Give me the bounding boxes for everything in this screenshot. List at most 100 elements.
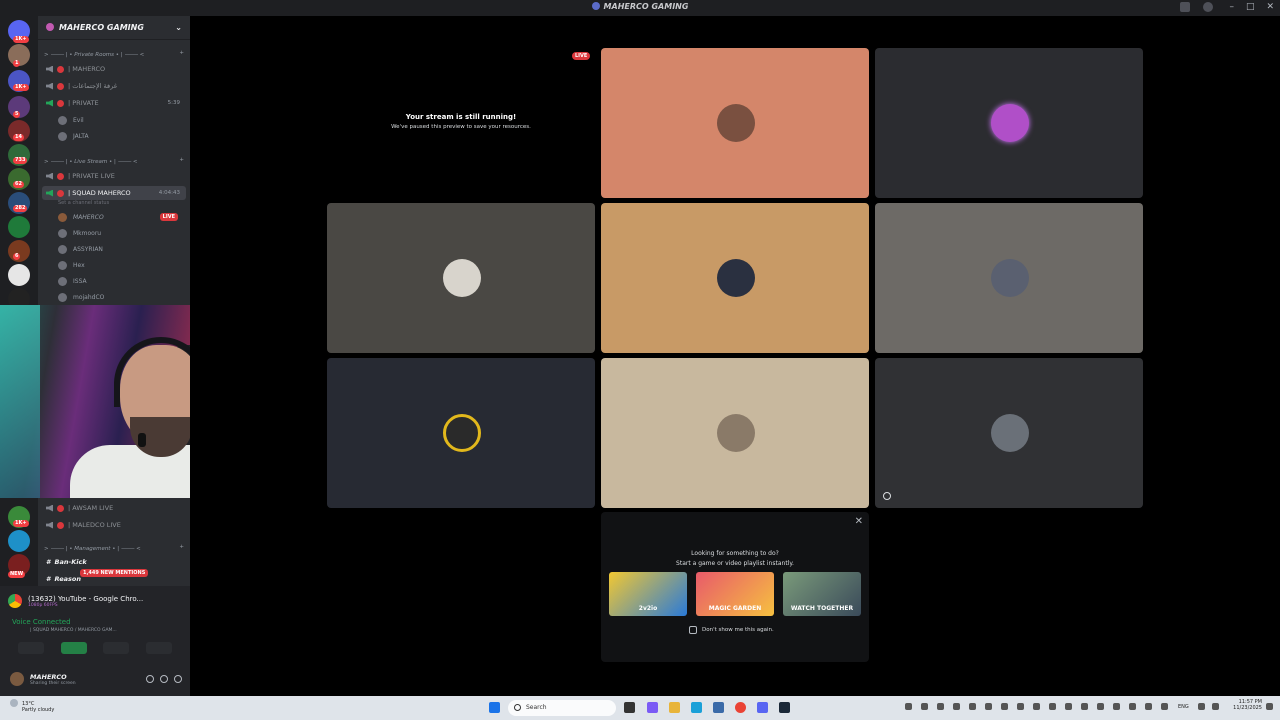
- avatar: [58, 244, 67, 254]
- tray-icon[interactable]: [1033, 703, 1040, 710]
- member-item[interactable]: Mkmooru: [58, 226, 186, 240]
- tray-icon[interactable]: [985, 703, 992, 710]
- participant-tile[interactable]: [875, 203, 1143, 353]
- weather-widget[interactable]: 13°C Partly cloudy: [10, 699, 54, 713]
- tray-icon[interactable]: [1113, 703, 1120, 710]
- tray-icon[interactable]: [1017, 703, 1024, 710]
- tray-icon[interactable]: [1129, 703, 1136, 710]
- game-card[interactable]: WATCH TOGETHER: [783, 572, 861, 616]
- server-icon[interactable]: [8, 530, 30, 552]
- member-item[interactable]: ASSYRIAN: [58, 242, 186, 256]
- maximize-icon[interactable]: □: [1246, 2, 1255, 12]
- member-item[interactable]: mojahdCO: [58, 290, 186, 304]
- category-live-stream[interactable]: > ⸻ | • Live Stream • | ⸻ < +: [44, 157, 184, 165]
- voice-channel[interactable]: | MAHERCO: [42, 62, 186, 76]
- participant-tile[interactable]: [601, 358, 869, 508]
- minimize-icon[interactable]: –: [1229, 2, 1234, 12]
- tray-icon[interactable]: [1097, 703, 1104, 710]
- language-indicator[interactable]: ENG: [1178, 704, 1189, 710]
- voice-channel[interactable]: | MALEDCO LIVE: [42, 518, 186, 532]
- current-user[interactable]: MAHERCO Sharing their screen: [10, 668, 182, 690]
- member-item[interactable]: Evil: [58, 113, 186, 127]
- tray-icon[interactable]: [969, 703, 976, 710]
- new-mentions-pill[interactable]: 1,449 NEW MENTIONS: [80, 569, 149, 577]
- camera-button[interactable]: [18, 642, 45, 654]
- guild-icon: [46, 23, 54, 31]
- clock[interactable]: 11:57 PM 11/23/2025: [1228, 699, 1262, 711]
- help-icon[interactable]: [1203, 2, 1213, 12]
- close-icon[interactable]: ✕: [855, 516, 863, 527]
- inbox-icon[interactable]: [1180, 2, 1190, 12]
- add-channel-icon[interactable]: +: [179, 157, 184, 165]
- member-item[interactable]: ISSA: [58, 274, 186, 288]
- game-card[interactable]: MAGIC GARDEN: [696, 572, 774, 616]
- tray-icon[interactable]: [953, 703, 960, 710]
- voice-channel-path[interactable]: | SQUAD MAHERCO / MAHERCO GAM...: [30, 628, 117, 633]
- channel-status[interactable]: Set a channel status: [58, 200, 109, 206]
- task-view-icon[interactable]: [624, 702, 635, 713]
- game-card[interactable]: 2v2io: [609, 572, 687, 616]
- headphones-icon[interactable]: [160, 675, 168, 683]
- participant-tile[interactable]: [327, 358, 595, 508]
- soundboard-button[interactable]: [145, 642, 172, 654]
- screen-share-button[interactable]: [60, 642, 87, 654]
- checkbox[interactable]: [689, 626, 697, 634]
- tray-icon[interactable]: [1081, 703, 1088, 710]
- member-item[interactable]: JALTA: [58, 129, 186, 143]
- category-management[interactable]: > ⸻ | • Management • | ⸻ < +: [44, 544, 184, 552]
- activities-button[interactable]: [103, 642, 130, 654]
- discord-icon[interactable]: [757, 702, 768, 713]
- close-window-icon[interactable]: ✕: [1266, 2, 1274, 12]
- volume-icon[interactable]: [1212, 703, 1219, 710]
- badge: 282: [13, 205, 28, 212]
- tray-icon[interactable]: [1001, 703, 1008, 710]
- paused-stream-notice: Your stream is still running! We've paus…: [327, 113, 595, 130]
- voice-channel[interactable]: | AWSAM LIVE: [42, 501, 186, 515]
- tray-icon[interactable]: [1049, 703, 1056, 710]
- avatar: [58, 115, 67, 125]
- channel-timer: 4:04:43: [158, 190, 180, 196]
- gear-icon[interactable]: [174, 675, 182, 683]
- steam-icon[interactable]: [779, 702, 790, 713]
- tray-icon[interactable]: [937, 703, 944, 710]
- participant-tile[interactable]: [601, 48, 869, 198]
- server-icon[interactable]: [8, 216, 30, 238]
- activity-row[interactable]: (13632) YouTube - Google Chro... 1080p 6…: [8, 590, 184, 612]
- microphone-icon[interactable]: [146, 675, 154, 683]
- participant-tile[interactable]: [875, 48, 1143, 198]
- voice-channel[interactable]: | غرفة الإجتماعات: [42, 79, 186, 93]
- store-icon[interactable]: [713, 702, 724, 713]
- tray-icon[interactable]: [921, 703, 928, 710]
- tray-icon[interactable]: [1065, 703, 1072, 710]
- edge-icon[interactable]: [691, 702, 702, 713]
- add-channel-icon[interactable]: +: [179, 50, 184, 58]
- dont-show-again[interactable]: Don't show me this again.: [689, 626, 774, 634]
- participant-tile[interactable]: [875, 358, 1143, 508]
- chevron-down-icon[interactable]: ⌄: [175, 23, 182, 32]
- notification-icon[interactable]: [1266, 703, 1273, 710]
- voice-channel[interactable]: | PRIVATE 5:39: [42, 96, 186, 110]
- tray-icon[interactable]: [1161, 703, 1168, 710]
- voice-channel-active[interactable]: | SQUAD MAHERCO 4:04:43: [42, 186, 186, 200]
- activity-icon[interactable]: [883, 492, 891, 500]
- add-channel-icon[interactable]: +: [179, 544, 184, 552]
- windows-start-icon[interactable]: [489, 702, 500, 713]
- chrome-icon[interactable]: [735, 702, 746, 713]
- tray-icon[interactable]: [905, 703, 912, 710]
- participant-tile[interactable]: [601, 203, 869, 353]
- guild-header[interactable]: MAHERCO GAMING ⌄: [38, 16, 190, 40]
- participant-tile[interactable]: [327, 203, 595, 353]
- category-private-rooms[interactable]: > ⸻ | • Private Rooms • | ⸻ < +: [44, 50, 184, 58]
- text-channel[interactable]: # Ban-Kick: [42, 555, 186, 569]
- voice-channel[interactable]: | PRIVATE LIVE: [42, 169, 186, 183]
- badge: 1K+: [13, 84, 29, 91]
- avatar: [991, 104, 1029, 142]
- search-box[interactable]: Search: [508, 700, 616, 716]
- member-item[interactable]: Hex: [58, 258, 186, 272]
- tray-icon[interactable]: [1145, 703, 1152, 710]
- file-explorer-icon[interactable]: [669, 702, 680, 713]
- wifi-icon[interactable]: [1198, 703, 1205, 710]
- member-item[interactable]: MAHERCO LIVE: [58, 210, 186, 224]
- server-icon[interactable]: [8, 264, 30, 286]
- copilot-icon[interactable]: [647, 702, 658, 713]
